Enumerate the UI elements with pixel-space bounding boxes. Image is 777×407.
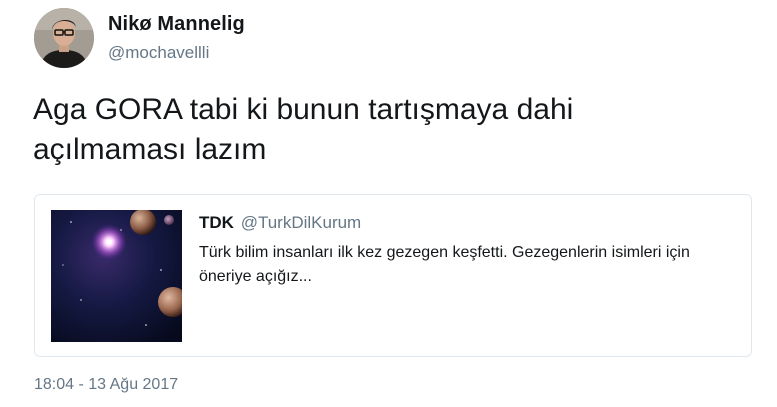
user-handle[interactable]: @mochavellli: [108, 43, 209, 63]
tweet-text-line: açılmaması lazım: [33, 133, 267, 166]
quoted-tweet-header: TDK @TurkDilKurum: [199, 213, 361, 233]
quoted-tweet-card[interactable]: TDK @TurkDilKurum Türk bilim insanları i…: [34, 194, 752, 357]
profile-avatar-icon: [34, 8, 94, 68]
avatar[interactable]: [34, 8, 94, 68]
space-planets-image-icon: [51, 210, 182, 342]
quoted-tweet-image[interactable]: [51, 210, 182, 342]
tweet-text-line: Aga GORA tabi ki bunun tartışmaya dahi: [33, 93, 574, 126]
quoted-tweet-text: Türk bilim insanları ilk kez gezegen keş…: [199, 244, 690, 285]
tweet: Nikø Mannelig @mochavellli Aga GORA tabi…: [0, 0, 777, 407]
user-name[interactable]: Nikø Mannelig: [108, 13, 245, 36]
tweet-timestamp[interactable]: 18:04 - 13 Ağu 2017: [34, 376, 178, 394]
quoted-author-handle[interactable]: @TurkDilKurum: [241, 213, 362, 232]
tweet-text: Aga GORA tabi ki bunun tartışmaya dahi a…: [33, 90, 753, 170]
quoted-author-name[interactable]: TDK: [199, 213, 234, 232]
